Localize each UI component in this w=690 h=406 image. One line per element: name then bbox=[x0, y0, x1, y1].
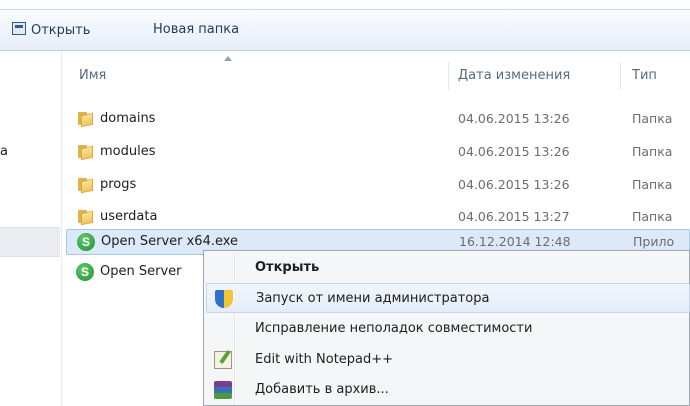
menu-item-add-to-archive[interactable]: Добавить в архив... bbox=[206, 375, 690, 405]
file-date: 04.06.2015 13:26 bbox=[458, 111, 570, 126]
file-name: domains bbox=[100, 111, 156, 126]
file-type: Папка bbox=[632, 111, 673, 126]
file-type: Папка bbox=[632, 209, 673, 224]
file-date: 16.12.2014 12:48 bbox=[459, 234, 571, 249]
notepad-plus-plus-icon bbox=[214, 351, 232, 369]
menu-item-label: Добавить в архив... bbox=[255, 382, 389, 397]
new-folder-button[interactable]: Новая папка bbox=[153, 22, 239, 37]
nav-item-partial[interactable]: а bbox=[0, 144, 8, 159]
column-divider[interactable] bbox=[620, 62, 621, 90]
nav-item-selected[interactable] bbox=[0, 227, 60, 257]
menu-item-label: Edit with Notepad++ bbox=[255, 352, 394, 367]
menu-item-label: Открыть bbox=[255, 260, 320, 275]
file-date: 04.06.2015 13:26 bbox=[458, 177, 570, 192]
file-date: 04.06.2015 13:26 bbox=[458, 144, 570, 159]
winrar-archive-icon bbox=[214, 381, 232, 399]
menu-item-run-as-admin[interactable]: Запуск от имени администратора bbox=[206, 283, 690, 313]
window-top-edge bbox=[0, 0, 690, 10]
folder-icon bbox=[78, 112, 94, 128]
context-menu: Открыть Запуск от имени администратора И… bbox=[203, 250, 690, 406]
file-name: Open Server x64.exe bbox=[101, 234, 239, 249]
open-button-label: Открыть bbox=[31, 23, 91, 38]
file-name: progs bbox=[100, 177, 137, 192]
folder-icon bbox=[78, 178, 94, 194]
column-divider[interactable] bbox=[448, 62, 449, 90]
file-row-userdata[interactable]: userdata 04.06.2015 13:27 Папка bbox=[66, 205, 690, 229]
column-header-name[interactable]: Имя bbox=[79, 68, 106, 83]
file-row-domains[interactable]: domains 04.06.2015 13:26 Папка bbox=[66, 107, 690, 131]
open-server-icon: S bbox=[76, 263, 94, 281]
open-icon bbox=[12, 22, 26, 35]
navigation-pane[interactable]: а bbox=[0, 51, 62, 406]
menu-item-edit-notepad-plus-plus[interactable]: Edit with Notepad++ bbox=[206, 345, 690, 375]
menu-item-troubleshoot-compatibility[interactable]: Исправление неполадок совместимости bbox=[206, 314, 690, 344]
menu-item-label: Исправление неполадок совместимости bbox=[255, 321, 533, 336]
file-date: 04.06.2015 13:27 bbox=[458, 209, 570, 224]
menu-item-label: Запуск от имени администратора bbox=[256, 291, 490, 306]
file-type: Папка bbox=[632, 177, 673, 192]
file-type: Прило bbox=[633, 234, 675, 249]
sort-ascending-icon bbox=[224, 56, 232, 61]
command-bar: Открыть Новая папка bbox=[0, 10, 690, 51]
menu-item-open[interactable]: Открыть bbox=[206, 253, 690, 283]
column-header-date[interactable]: Дата изменения bbox=[458, 68, 570, 83]
file-name: userdata bbox=[100, 209, 158, 224]
file-name: Open Server bbox=[100, 264, 182, 279]
uac-shield-icon bbox=[215, 290, 233, 308]
file-type: Папка bbox=[632, 144, 673, 159]
file-name: modules bbox=[100, 144, 156, 159]
file-row-progs[interactable]: progs 04.06.2015 13:26 Папка bbox=[66, 173, 690, 197]
folder-icon bbox=[78, 210, 94, 226]
open-server-icon: S bbox=[77, 233, 95, 251]
folder-icon bbox=[78, 145, 94, 161]
open-button[interactable]: Открыть bbox=[12, 22, 90, 38]
column-header-type[interactable]: Тип bbox=[632, 68, 657, 83]
file-row-modules[interactable]: modules 04.06.2015 13:26 Папка bbox=[66, 140, 690, 164]
